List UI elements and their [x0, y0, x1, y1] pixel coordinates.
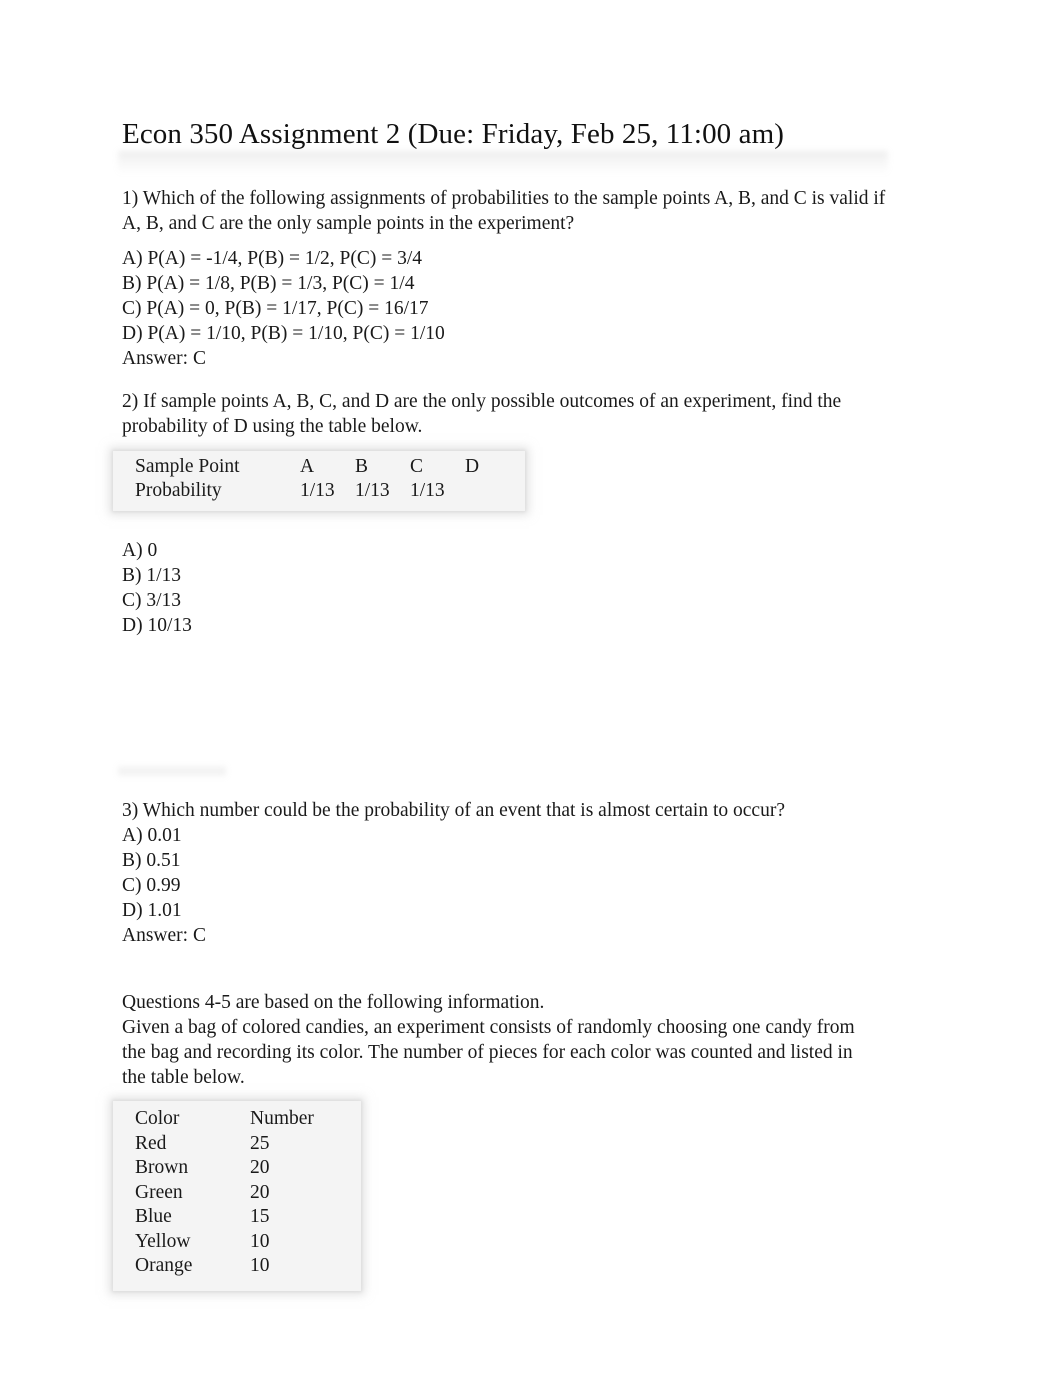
- table-row: Yellow 10: [135, 1230, 330, 1255]
- question-1-answer: Answer: C: [122, 348, 206, 369]
- sample-point-table: Sample Point A B C D Probability 1/13 1/…: [113, 451, 525, 511]
- question-3-content: 3) Which number could be the probability…: [122, 798, 922, 948]
- document-page: Econ 350 Assignment 2 (Due: Friday, Feb …: [0, 0, 1062, 1377]
- sample-point-b: B: [355, 456, 369, 477]
- table-row: Green 20: [135, 1181, 330, 1206]
- question-2-stem-line-1: 2) If sample points A, B, C, and D are t…: [122, 391, 842, 412]
- probability-c: 1/13: [410, 480, 445, 501]
- question-2-block: 2) If sample points A, B, C, and D are t…: [122, 389, 922, 439]
- question-1-options: A) P(A) = -1/4, P(B) = 1/2, P(C) = 3/4 B…: [122, 246, 722, 371]
- question-2-options: A) 0 B) 1/13 C) 3/13 D) 10/13: [122, 538, 522, 638]
- question-3-block: 3) Which number could be the probability…: [122, 798, 922, 948]
- table-row: Probability 1/13 1/13 1/13: [135, 479, 520, 503]
- stray-shadow-artifact: [118, 764, 226, 778]
- question-2-stem-line-2: probability of D using the table below.: [122, 416, 423, 437]
- question-3-stem: 3) Which number could be the probability…: [122, 800, 785, 821]
- document-body: Econ 350 Assignment 2 (Due: Friday, Feb …: [122, 118, 952, 1088]
- question-2-option-d: D) 10/13: [122, 615, 192, 636]
- question-2-option-list: A) 0 B) 1/13 C) 3/13 D) 10/13: [122, 538, 522, 638]
- candy-color-table: Color Number Red 25 Brown 20 Green 20 Bl…: [113, 1101, 361, 1291]
- question-3-option-c: C) 0.99: [122, 875, 181, 896]
- sample-point-row-label: Sample Point: [135, 456, 240, 477]
- questions-4-5-intro: Questions 4-5 are based on the following…: [122, 990, 922, 1090]
- color-name-red: Red: [135, 1132, 167, 1154]
- number-column-header: Number: [250, 1108, 314, 1129]
- questions-4-5-intro-line-2: Given a bag of colored candies, an exper…: [122, 1017, 855, 1038]
- color-name-brown: Brown: [135, 1157, 189, 1178]
- question-1-block: 1) Which of the following assignments of…: [122, 186, 947, 236]
- color-count-green: 20: [250, 1181, 270, 1203]
- table-row: Brown 20: [135, 1156, 330, 1181]
- color-count-blue: 15: [250, 1206, 270, 1227]
- question-2-stem: 2) If sample points A, B, C, and D are t…: [122, 389, 922, 439]
- question-1-option-list: A) P(A) = -1/4, P(B) = 1/2, P(C) = 3/4 B…: [122, 246, 722, 371]
- questions-4-5-intro-line-4: the table below.: [122, 1067, 245, 1088]
- question-3-option-d: D) 1.01: [122, 900, 182, 921]
- probability-d: [465, 479, 520, 503]
- color-column-header: Color: [135, 1108, 180, 1129]
- probability-b: 1/13: [355, 480, 390, 501]
- question-1-stem-line-2: A, B, and C are the only sample points i…: [122, 213, 575, 234]
- question-1-stem-line-1: 1) Which of the following assignments of…: [122, 188, 886, 209]
- question-2-option-c: C) 3/13: [122, 590, 182, 611]
- question-1-option-b: B) P(A) = 1/8, P(B) = 1/3, P(C) = 1/4: [122, 273, 415, 294]
- question-3-option-a: A) 0.01: [122, 825, 182, 846]
- color-name-blue: Blue: [135, 1206, 172, 1227]
- probability-row-label: Probability: [135, 480, 222, 501]
- color-count-orange: 10: [250, 1255, 270, 1276]
- color-name-yellow: Yellow: [135, 1230, 191, 1252]
- sample-point-table-grid: Sample Point A B C D Probability 1/13 1/…: [135, 455, 520, 503]
- color-name-orange: Orange: [135, 1255, 193, 1276]
- color-name-green: Green: [135, 1181, 183, 1203]
- questions-4-5-intro-block: Questions 4-5 are based on the following…: [122, 990, 922, 1090]
- page-title: Econ 350 Assignment 2 (Due: Friday, Feb …: [122, 118, 785, 150]
- question-1-option-c: C) P(A) = 0, P(B) = 1/17, P(C) = 16/17: [122, 298, 429, 319]
- question-2-option-a: A) 0: [122, 540, 158, 561]
- table-header-row: Color Number: [135, 1107, 330, 1132]
- question-1-stem: 1) Which of the following assignments of…: [122, 186, 947, 236]
- candy-color-table-grid: Color Number Red 25 Brown 20 Green 20 Bl…: [135, 1107, 330, 1279]
- question-2-option-b: B) 1/13: [122, 565, 182, 586]
- table-row: Red 25: [135, 1132, 330, 1157]
- sample-point-c: C: [410, 456, 424, 477]
- title-underline-shadow: [118, 151, 888, 174]
- sample-point-a: A: [300, 456, 315, 477]
- probability-a: 1/13: [300, 480, 335, 501]
- color-count-red: 25: [250, 1132, 270, 1154]
- question-1-option-a: A) P(A) = -1/4, P(B) = 1/2, P(C) = 3/4: [122, 248, 423, 269]
- table-row: Sample Point A B C D: [135, 455, 520, 479]
- question-1-option-d: D) P(A) = 1/10, P(B) = 1/10, P(C) = 1/10: [122, 323, 445, 344]
- color-count-brown: 20: [250, 1157, 270, 1178]
- table-row: Blue 15: [135, 1205, 330, 1230]
- question-3-option-b: B) 0.51: [122, 850, 181, 871]
- table-row: Orange 10: [135, 1254, 330, 1279]
- questions-4-5-intro-line-1: Questions 4-5 are based on the following…: [122, 992, 545, 1013]
- question-3-answer: Answer: C: [122, 925, 206, 946]
- questions-4-5-intro-line-3: the bag and recording its color. The num…: [122, 1042, 853, 1063]
- sample-point-d: D: [465, 456, 480, 477]
- color-count-yellow: 10: [250, 1230, 270, 1252]
